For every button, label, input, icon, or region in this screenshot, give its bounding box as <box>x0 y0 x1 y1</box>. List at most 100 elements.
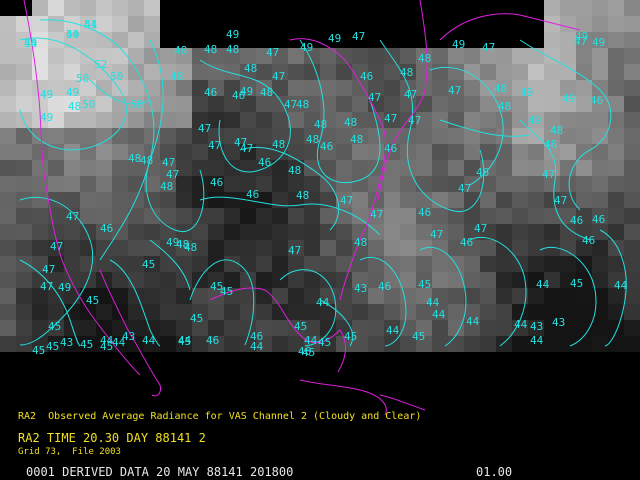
radiance-pixel <box>416 256 432 272</box>
contour-value-label: 43 <box>354 282 367 295</box>
radiance-pixel <box>560 160 576 176</box>
radiance-pixel <box>112 0 128 16</box>
radiance-pixel <box>0 160 16 176</box>
contour-value-label: 48 <box>68 100 81 113</box>
contour-value-label: 45 <box>46 340 59 353</box>
radiance-pixel <box>512 64 528 80</box>
radiance-pixel <box>496 160 512 176</box>
radiance-pixel <box>48 160 64 176</box>
radiance-pixel <box>80 176 96 192</box>
radiance-pixel <box>512 48 528 64</box>
radiance-pixel <box>432 320 448 336</box>
radiance-pixel <box>608 48 624 64</box>
contour-value-label: 45 <box>318 336 331 349</box>
radiance-pixel <box>272 240 288 256</box>
contour-value-label: 44 <box>66 28 80 41</box>
contour-value-label: 46 <box>206 334 219 347</box>
radiance-pixel <box>48 128 64 144</box>
radiance-pixel <box>288 224 304 240</box>
radiance-pixel <box>96 32 112 48</box>
radiance-pixel <box>624 304 640 320</box>
radiance-pixel <box>352 48 368 64</box>
contour-value-label: 47 <box>198 122 211 135</box>
radiance-pixel <box>96 16 112 32</box>
contour-value-label: 44 <box>426 296 440 309</box>
radiance-pixel <box>624 32 640 48</box>
radiance-pixel <box>144 80 160 96</box>
radiance-pixel <box>16 288 32 304</box>
contour-value-label: 49 <box>520 86 533 99</box>
radiance-pixel <box>176 192 192 208</box>
radiance-pixel <box>304 272 320 288</box>
radiance-pixel <box>496 64 512 80</box>
radiance-pixel <box>560 64 576 80</box>
radiance-pixel <box>160 288 176 304</box>
radiance-pixel <box>448 144 464 160</box>
contour-value-label: 48 <box>272 138 285 151</box>
radiance-pixel <box>304 240 320 256</box>
radiance-pixel <box>448 160 464 176</box>
radiance-pixel <box>592 64 608 80</box>
radiance-pixel <box>368 48 384 64</box>
contour-value-label: 45 <box>294 320 307 333</box>
radiance-pixel <box>128 288 144 304</box>
radiance-pixel <box>0 208 16 224</box>
contour-value-label: 45 <box>190 312 203 325</box>
radiance-pixel <box>496 208 512 224</box>
radiance-pixel <box>176 288 192 304</box>
contour-value-label: 49 <box>166 236 179 249</box>
radiance-pixel <box>384 192 400 208</box>
radiance-pixel <box>224 256 240 272</box>
radiance-pixel <box>368 128 384 144</box>
radiance-pixel <box>416 144 432 160</box>
radiance-pixel <box>512 208 528 224</box>
radiance-pixel <box>80 0 96 16</box>
radiance-pixel <box>304 224 320 240</box>
contour-value-label: 48 <box>184 241 197 254</box>
radiance-pixel <box>400 48 416 64</box>
contour-value-label: 48 <box>344 116 357 129</box>
radiance-pixel <box>560 176 576 192</box>
radiance-pixel <box>448 272 464 288</box>
contour-value-label: 48 <box>226 43 239 56</box>
contour-value-label: 47 <box>272 70 285 83</box>
radiance-pixel <box>448 96 464 112</box>
radiance-pixel <box>16 192 32 208</box>
radiance-pixel <box>592 144 608 160</box>
radiance-pixel <box>80 160 96 176</box>
radiance-pixel <box>144 288 160 304</box>
contour-value-label: 44 <box>142 334 156 347</box>
radiance-pixel <box>256 208 272 224</box>
radiance-pixel <box>112 176 128 192</box>
contour-value-label: 44 <box>112 336 126 349</box>
radiance-pixel <box>64 112 80 128</box>
radiance-pixel <box>80 256 96 272</box>
radiance-pixel <box>160 256 176 272</box>
radiance-pixel <box>416 176 432 192</box>
radiance-pixel <box>16 64 32 80</box>
radiance-map: 51505052505049504849495048 48 48494749 4748… <box>0 0 640 416</box>
radiance-pixel <box>432 96 448 112</box>
contour-value-label: 44 <box>614 279 628 292</box>
radiance-pixel <box>176 208 192 224</box>
status-bar: 0001 DERIVED DATA 20 MAY 88141 201800 01… <box>0 464 640 480</box>
radiance-pixel <box>624 176 640 192</box>
radiance-pixel <box>112 256 128 272</box>
radiance-pixel <box>624 224 640 240</box>
radiance-pixel <box>608 336 624 352</box>
contour-value-label: 46 <box>360 70 373 83</box>
radiance-pixel <box>208 240 224 256</box>
contour-value-label: 48 <box>260 86 273 99</box>
contour-value-label: 45 <box>48 320 61 333</box>
radiance-pixel <box>464 80 480 96</box>
radiance-pixel <box>432 160 448 176</box>
radiance-pixel <box>496 224 512 240</box>
radiance-pixel <box>400 192 416 208</box>
contour-value-label: 47 <box>554 194 567 207</box>
radiance-pixel <box>592 304 608 320</box>
radiance-pixel <box>320 160 336 176</box>
radiance-pixel <box>480 192 496 208</box>
radiance-pixel <box>416 96 432 112</box>
radiance-pixel <box>224 112 240 128</box>
status-bar-text: 0001 DERIVED DATA 20 MAY 88141 201800 <box>26 465 294 479</box>
